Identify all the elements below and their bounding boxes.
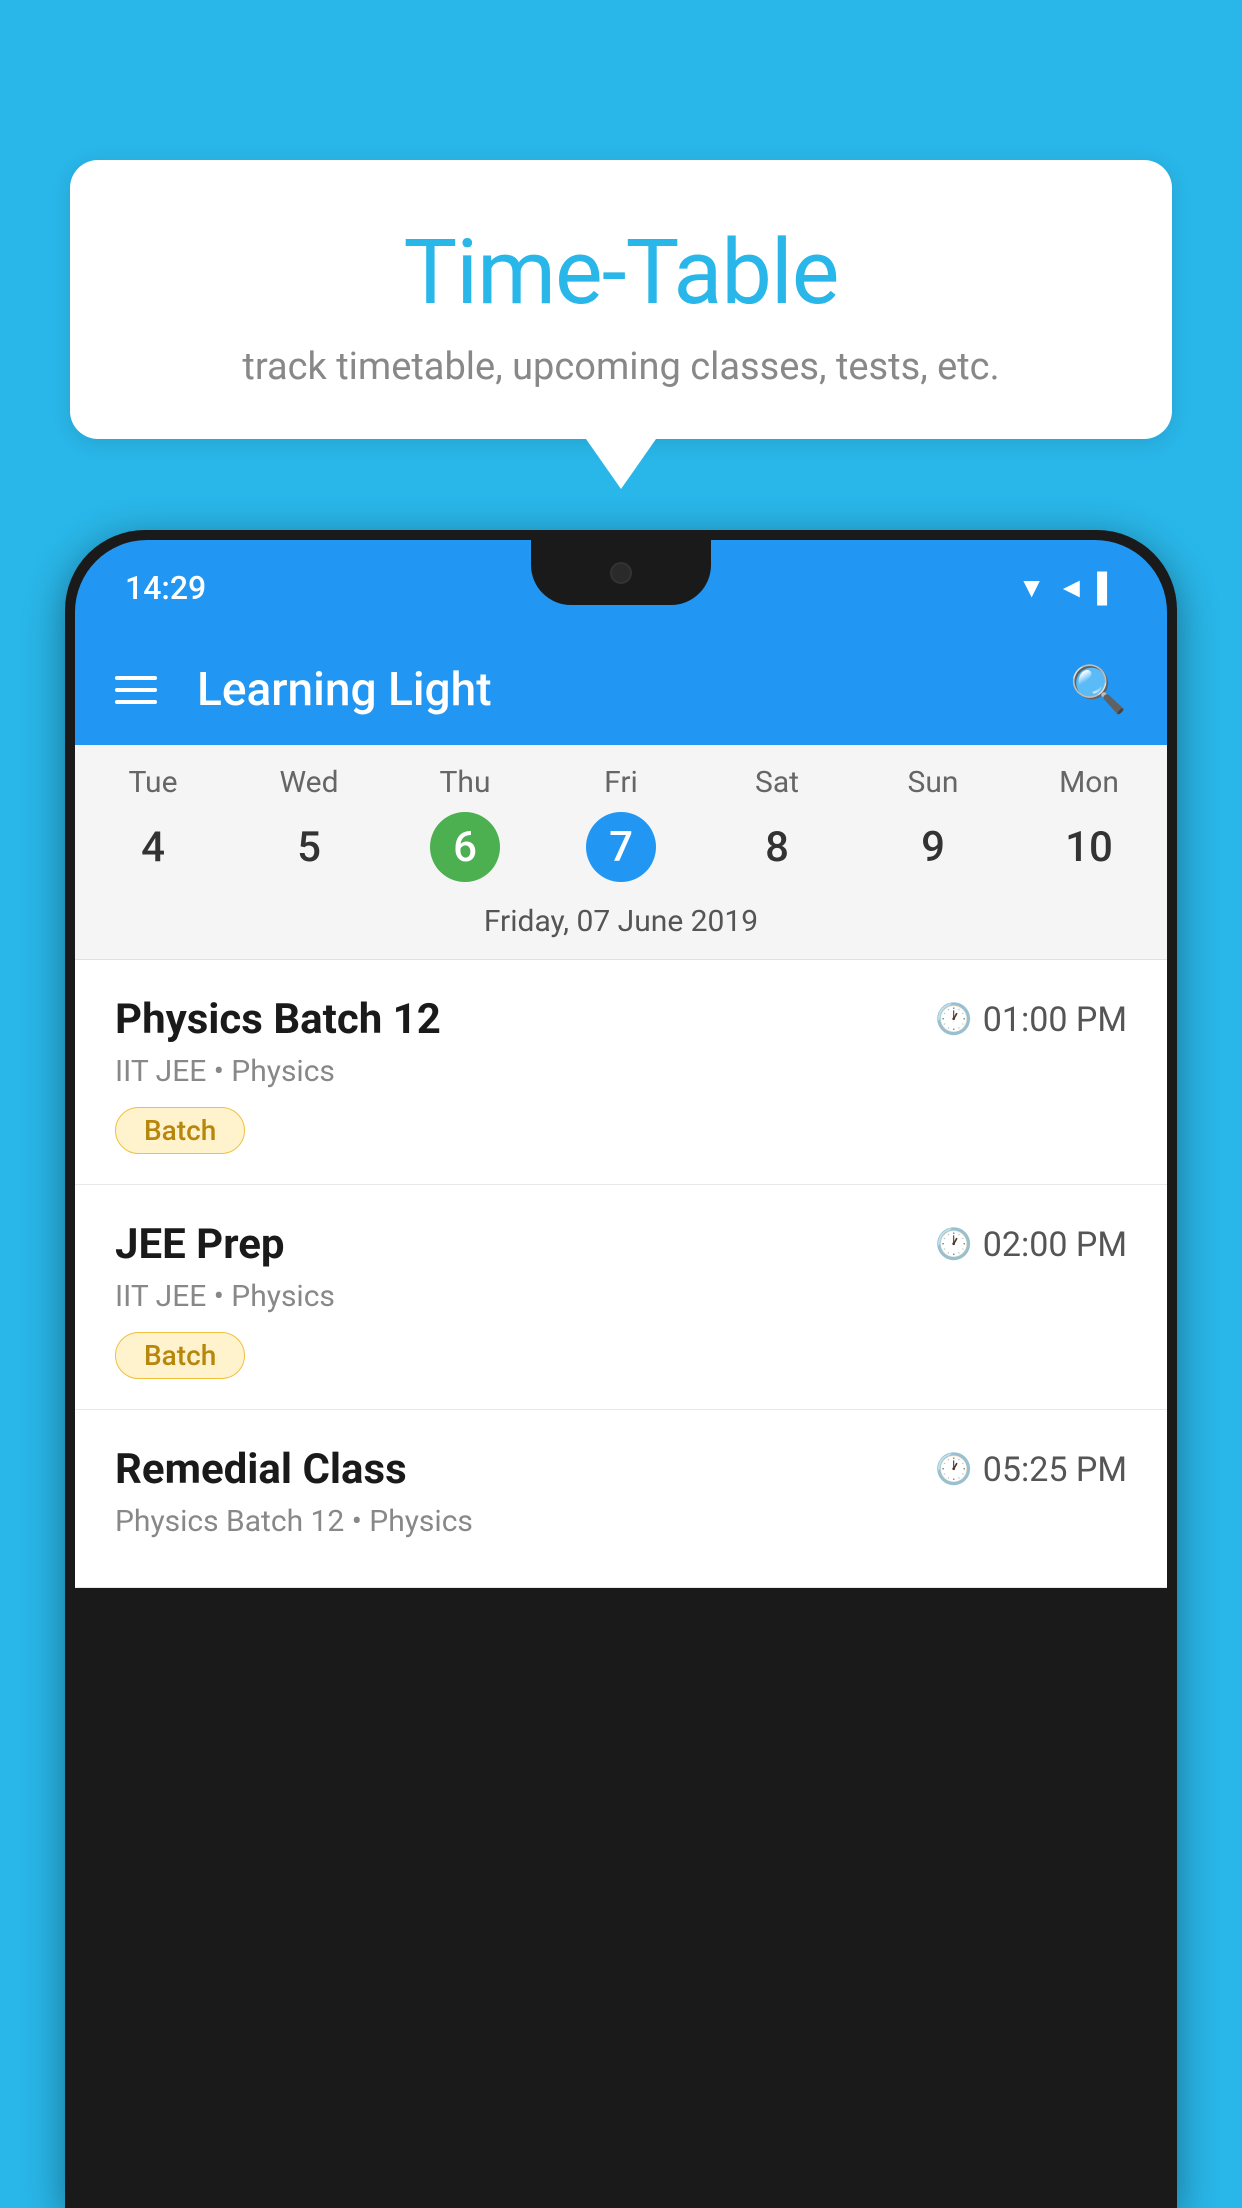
day-number-10[interactable]: 10: [1054, 812, 1124, 882]
day-number-7[interactable]: 7: [586, 812, 656, 882]
schedule-item-header: Remedial Class 🕐 05:25 PM: [115, 1445, 1127, 1494]
hamburger-line-1: [115, 676, 157, 680]
schedule-item-header: JEE Prep 🕐 02:00 PM: [115, 1220, 1127, 1269]
hamburger-line-3: [115, 700, 157, 704]
menu-button[interactable]: [115, 676, 157, 704]
speech-bubble-container: Time-Table track timetable, upcoming cla…: [70, 160, 1172, 489]
schedule-item-title: Remedial Class: [115, 1445, 407, 1494]
camera: [610, 562, 632, 584]
day-number-4[interactable]: 4: [118, 812, 188, 882]
schedule-item-time: 🕐 02:00 PM: [935, 1225, 1127, 1265]
wifi-icon: ▼: [1018, 571, 1046, 604]
phone-inner: 14:29 ▼ ◄ ▌ Learning Light 🔍: [75, 540, 1167, 2208]
day-col-thu[interactable]: Thu 6: [387, 765, 543, 882]
schedule-item-header: Physics Batch 12 🕐 01:00 PM: [115, 995, 1127, 1044]
day-name-sat: Sat: [755, 765, 799, 800]
day-number-6[interactable]: 6: [430, 812, 500, 882]
page-title: Time-Table: [150, 220, 1092, 325]
search-icon[interactable]: 🔍: [1070, 663, 1127, 717]
clock-icon: 🕐: [935, 1227, 972, 1262]
day-col-sat[interactable]: Sat 8: [699, 765, 855, 882]
selected-date-label: Friday, 07 June 2019: [75, 892, 1167, 960]
signal-icon: ◄: [1057, 571, 1085, 604]
schedule-item-time: 🕐 05:25 PM: [935, 1450, 1127, 1490]
speech-bubble-arrow: [586, 439, 656, 489]
app-bar: Learning Light 🔍: [75, 635, 1167, 745]
clock-icon: 🕐: [935, 1002, 972, 1037]
schedule-item-subtitle: IIT JEE • Physics: [115, 1279, 1127, 1314]
day-name-mon: Mon: [1059, 765, 1119, 800]
day-col-mon[interactable]: Mon 10: [1011, 765, 1167, 882]
week-days-row: Tue 4 Wed 5 Thu 6 Fri 7 Sat 8 Sun 9 Mon 10: [75, 745, 1167, 892]
day-name-sun: Sun: [908, 765, 959, 800]
day-name-tue: Tue: [129, 765, 178, 800]
clock-icon: 🕐: [935, 1452, 972, 1487]
calendar-section: Tue 4 Wed 5 Thu 6 Fri 7 Sat 8 Sun 9 Mon 10 Friday, 07…: [75, 745, 1167, 960]
day-number-5[interactable]: 5: [274, 812, 344, 882]
status-bar: 14:29 ▼ ◄ ▌: [75, 540, 1167, 635]
day-name-fri: Fri: [604, 765, 638, 800]
schedule-item[interactable]: Physics Batch 12 🕐 01:00 PM IIT JEE • Phys…: [75, 960, 1167, 1185]
status-icons: ▼ ◄ ▌: [1018, 571, 1117, 604]
schedule-item-time: 🕐 01:00 PM: [935, 1000, 1127, 1040]
page-subtitle: track timetable, upcoming classes, tests…: [150, 345, 1092, 389]
app-title: Learning Light: [197, 663, 1030, 717]
schedule-item-subtitle: Physics Batch 12 • Physics: [115, 1504, 1127, 1539]
schedule-item-title: JEE Prep: [115, 1220, 285, 1269]
battery-icon: ▌: [1097, 571, 1117, 604]
day-col-fri[interactable]: Fri 7: [543, 765, 699, 882]
notch: [531, 540, 711, 605]
day-col-tue[interactable]: Tue 4: [75, 765, 231, 882]
day-number-9[interactable]: 9: [898, 812, 968, 882]
schedule-item[interactable]: JEE Prep 🕐 02:00 PM IIT JEE • Physics Batch: [75, 1185, 1167, 1410]
day-number-8[interactable]: 8: [742, 812, 812, 882]
status-time: 14:29: [125, 569, 206, 607]
phone-frame: 14:29 ▼ ◄ ▌ Learning Light 🔍: [65, 530, 1177, 2208]
phone-screen: 14:29 ▼ ◄ ▌ Learning Light 🔍: [75, 540, 1167, 2208]
schedule-item[interactable]: Remedial Class 🕐 05:25 PM Physics Batch 12…: [75, 1410, 1167, 1588]
hamburger-line-2: [115, 688, 157, 692]
day-name-thu: Thu: [440, 765, 491, 800]
schedule-item-subtitle: IIT JEE • Physics: [115, 1054, 1127, 1089]
day-col-sun[interactable]: Sun 9: [855, 765, 1011, 882]
speech-bubble: Time-Table track timetable, upcoming cla…: [70, 160, 1172, 439]
batch-badge: Batch: [115, 1107, 245, 1154]
schedule-container: Physics Batch 12 🕐 01:00 PM IIT JEE • Phys…: [75, 960, 1167, 1588]
day-name-wed: Wed: [280, 765, 339, 800]
batch-badge: Batch: [115, 1332, 245, 1379]
day-col-wed[interactable]: Wed 5: [231, 765, 387, 882]
schedule-item-title: Physics Batch 12: [115, 995, 441, 1044]
